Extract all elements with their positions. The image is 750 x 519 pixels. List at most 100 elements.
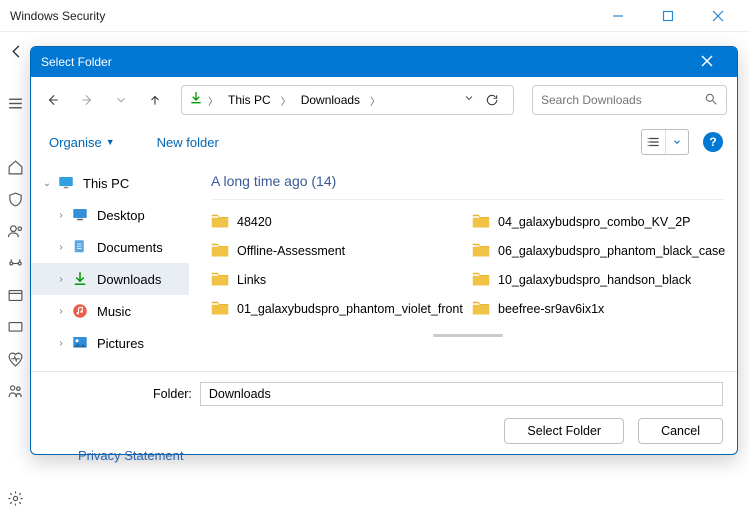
folder-icon <box>472 243 490 258</box>
file-name: 48420 <box>237 215 272 229</box>
tree-label: Documents <box>97 240 163 255</box>
chevron-right-icon[interactable]: 〉 <box>368 93 382 108</box>
organise-menu[interactable]: Organise ▼ <box>45 131 119 154</box>
chevron-right-icon[interactable]: › <box>55 242 67 253</box>
file-name: 01_galaxybudspro_phantom_violet_front <box>237 302 463 316</box>
nav-recent-dropdown[interactable] <box>107 86 135 114</box>
documents-icon <box>71 238 89 256</box>
chevron-right-icon[interactable]: 〉 <box>279 93 293 108</box>
dialog-titlebar: Select Folder <box>31 47 737 77</box>
search-box[interactable] <box>532 85 727 115</box>
chevron-right-icon[interactable]: › <box>55 338 67 349</box>
settings-icon[interactable] <box>6 489 24 507</box>
breadcrumb-this-pc[interactable]: This PC <box>222 91 277 109</box>
folder-label: Folder: <box>153 387 192 401</box>
tree-item-this-pc[interactable]: ⌄ This PC <box>31 167 189 199</box>
list-item[interactable]: Offline-Assessment <box>211 243 464 258</box>
select-folder-dialog: Select Folder 〉 This PC 〉 Downloads 〉 Or… <box>30 46 738 455</box>
tree-item-downloads[interactable]: › Downloads <box>31 263 189 295</box>
list-item[interactable]: beefree-sr9av6ix1x <box>472 301 725 316</box>
health-icon[interactable] <box>6 350 24 368</box>
list-item[interactable]: 04_galaxybudspro_combo_KV_2P <box>472 214 725 229</box>
search-input[interactable] <box>541 93 704 107</box>
account-icon[interactable] <box>6 222 24 240</box>
toolbar: Organise ▼ New folder ? <box>31 123 737 161</box>
folder-input[interactable] <box>200 382 723 406</box>
nav-back-button[interactable] <box>39 86 67 114</box>
parent-sidebar <box>0 42 30 400</box>
list-item[interactable]: Links <box>211 272 464 287</box>
view-switcher[interactable] <box>641 129 689 155</box>
view-list-icon[interactable] <box>642 130 666 154</box>
app-control-icon[interactable] <box>6 286 24 304</box>
downloads-icon <box>71 270 89 288</box>
select-folder-button[interactable]: Select Folder <box>504 418 624 444</box>
list-item[interactable]: 06_galaxybudspro_phantom_black_case_fron… <box>472 243 725 258</box>
list-item[interactable]: 01_galaxybudspro_phantom_violet_front <box>211 301 464 316</box>
folder-icon <box>472 301 490 316</box>
tree-label: This PC <box>83 176 129 191</box>
window-title: Windows Security <box>10 9 105 23</box>
tree-item-desktop[interactable]: › Desktop <box>31 199 189 231</box>
group-header[interactable]: A long time ago (14) <box>211 169 725 200</box>
help-button[interactable]: ? <box>703 132 723 152</box>
file-list: A long time ago (14) 48420 04_galaxybuds… <box>189 161 737 371</box>
list-item[interactable]: 48420 <box>211 214 464 229</box>
shield-icon[interactable] <box>6 190 24 208</box>
refresh-button[interactable] <box>477 93 507 107</box>
minimize-button[interactable] <box>596 1 640 31</box>
cancel-button[interactable]: Cancel <box>638 418 723 444</box>
dialog-close-button[interactable] <box>687 55 727 70</box>
chevron-down-icon[interactable]: ⌄ <box>41 178 53 189</box>
home-icon[interactable] <box>6 158 24 176</box>
window-controls <box>596 1 740 31</box>
file-name: beefree-sr9av6ix1x <box>498 302 604 316</box>
nav-row: 〉 This PC 〉 Downloads 〉 <box>31 77 737 123</box>
file-name: 04_galaxybudspro_combo_KV_2P <box>498 215 691 229</box>
folder-icon <box>472 214 490 229</box>
new-folder-button[interactable]: New folder <box>153 131 223 154</box>
folder-icon <box>211 301 229 316</box>
file-name: 10_galaxybudspro_handson_black <box>498 273 691 287</box>
device-security-icon[interactable] <box>6 318 24 336</box>
file-name: 06_galaxybudspro_phantom_black_case_fron… <box>498 244 725 258</box>
close-button[interactable] <box>696 1 740 31</box>
organise-label: Organise <box>49 135 102 150</box>
family-icon[interactable] <box>6 382 24 400</box>
chevron-right-icon[interactable]: › <box>55 210 67 221</box>
files-grid: 48420 04_galaxybudspro_combo_KV_2P Offli… <box>211 200 725 316</box>
folder-icon <box>211 272 229 287</box>
tree-label: Pictures <box>97 336 144 351</box>
nav-forward-button[interactable] <box>73 86 101 114</box>
breadcrumb-downloads[interactable]: Downloads <box>295 91 366 109</box>
hamburger-icon[interactable] <box>6 94 24 112</box>
search-icon <box>704 92 718 109</box>
firewall-icon[interactable] <box>6 254 24 272</box>
view-dropdown[interactable] <box>666 130 688 154</box>
file-name: Links <box>237 273 266 287</box>
address-dropdown[interactable] <box>463 91 475 109</box>
tree-label: Desktop <box>97 208 145 223</box>
monitor-icon <box>57 174 75 192</box>
privacy-link[interactable]: Privacy Statement <box>78 448 184 463</box>
chevron-right-icon[interactable]: › <box>55 274 67 285</box>
pictures-icon <box>71 334 89 352</box>
tree-item-more[interactable]: … <box>31 359 189 371</box>
list-item[interactable]: 10_galaxybudspro_handson_black <box>472 272 725 287</box>
parent-titlebar: Windows Security <box>0 0 750 32</box>
folder-icon <box>211 243 229 258</box>
maximize-button[interactable] <box>646 1 690 31</box>
dialog-title: Select Folder <box>41 55 112 69</box>
resize-handle[interactable] <box>433 334 503 337</box>
file-name: Offline-Assessment <box>237 244 345 258</box>
tree-item-pictures[interactable]: › Pictures <box>31 327 189 359</box>
dialog-footer: Folder: Select Folder Cancel <box>31 371 737 454</box>
nav-tree: ⌄ This PC › Desktop › Documents › Downlo… <box>31 161 189 371</box>
address-bar[interactable]: 〉 This PC 〉 Downloads 〉 <box>181 85 514 115</box>
chevron-right-icon[interactable]: 〉 <box>206 93 220 108</box>
chevron-right-icon[interactable]: › <box>55 306 67 317</box>
tree-item-music[interactable]: › Music <box>31 295 189 327</box>
tree-item-documents[interactable]: › Documents <box>31 231 189 263</box>
nav-up-button[interactable] <box>141 86 169 114</box>
tree-label: Music <box>97 304 131 319</box>
